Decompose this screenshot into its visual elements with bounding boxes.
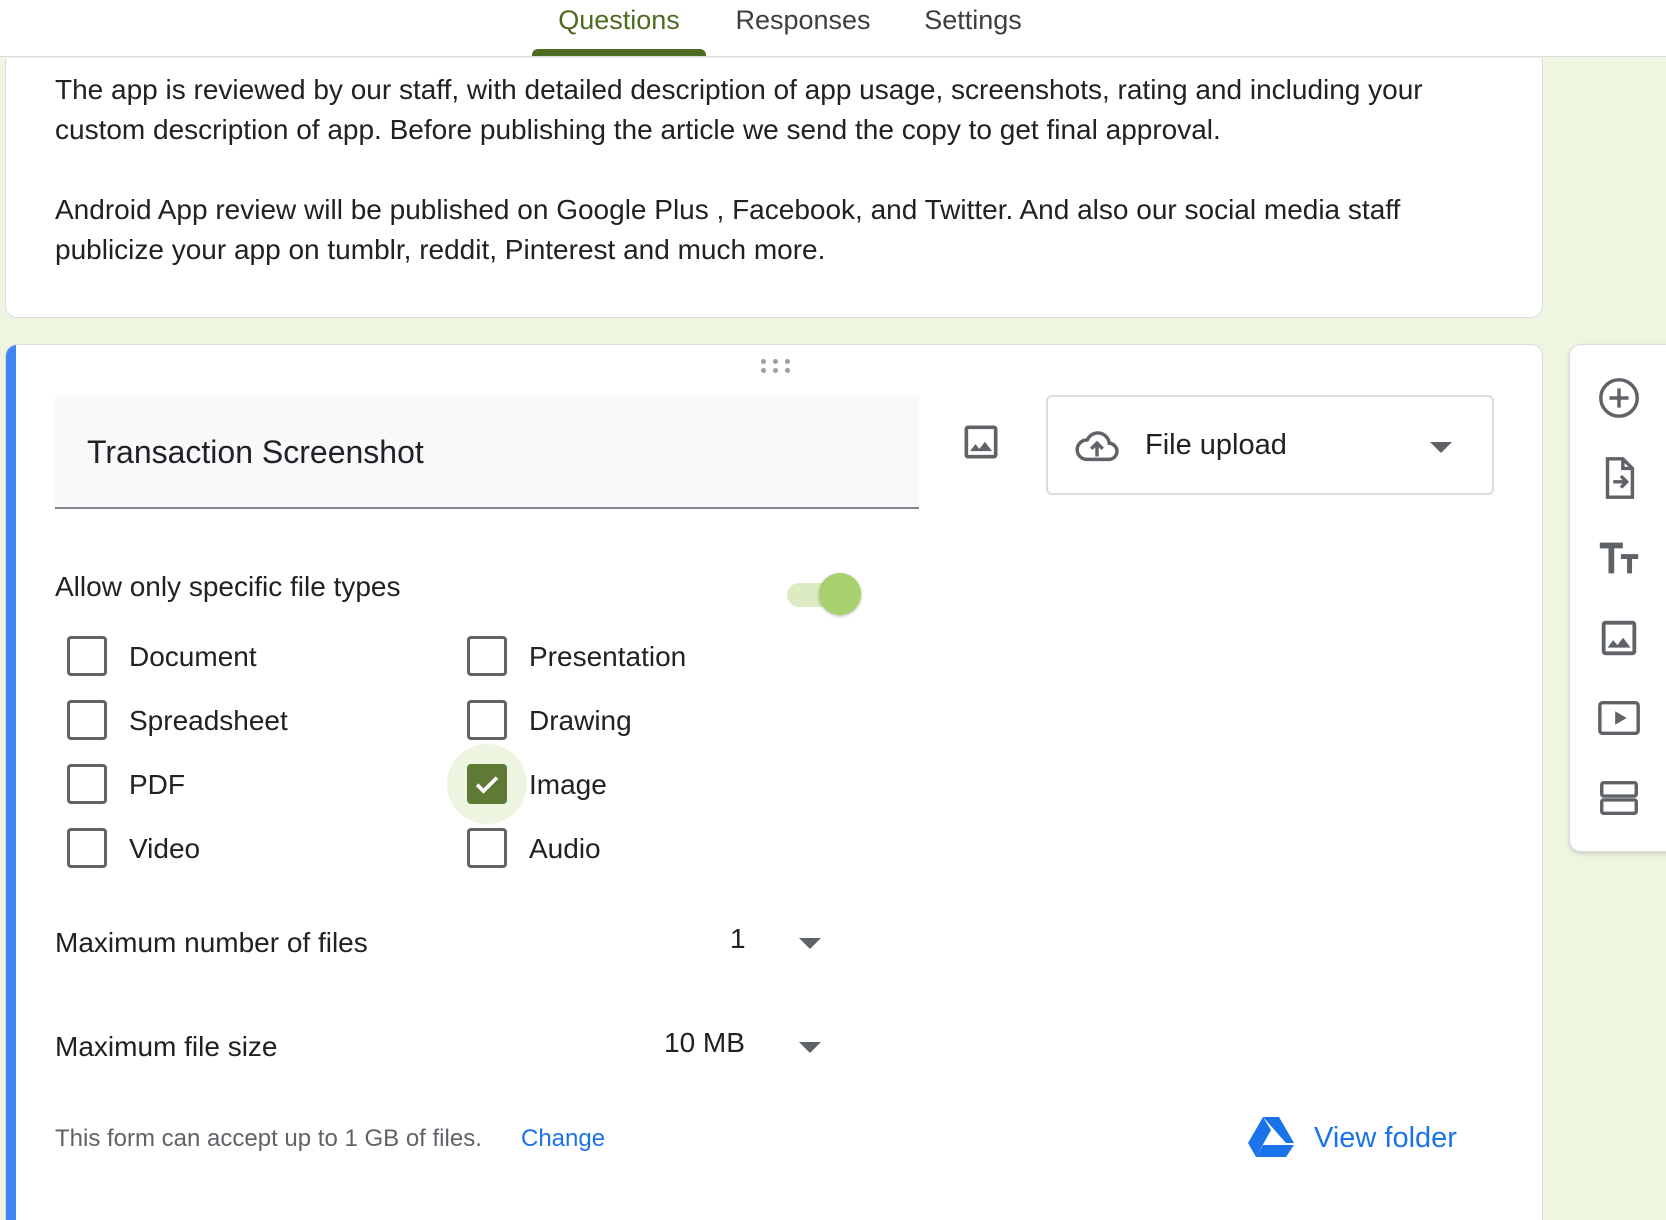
checkbox-label: Drawing	[529, 705, 632, 736]
checkbox-box	[467, 636, 507, 676]
checkbox-box	[67, 700, 107, 740]
change-limit-link[interactable]: Change	[521, 1125, 605, 1153]
max-files-dropdown[interactable]: 1	[706, 919, 836, 969]
active-tab-indicator	[532, 49, 706, 56]
checkbox-label: Audio	[529, 833, 601, 864]
question-type-label: File upload	[1145, 429, 1287, 461]
checkbox-box	[467, 700, 507, 740]
question-type-dropdown[interactable]: File upload	[1046, 395, 1494, 495]
add-section-icon[interactable]	[1596, 775, 1642, 821]
max-files-value: 1	[730, 923, 746, 954]
add-image-icon[interactable]	[1596, 615, 1642, 661]
question-title-input[interactable]: Transaction Screenshot	[55, 395, 919, 509]
cloud-upload-icon	[1074, 425, 1120, 470]
max-size-label: Maximum file size	[55, 1031, 278, 1062]
checkbox-box	[67, 636, 107, 676]
drive-icon	[1248, 1117, 1294, 1157]
checkbox-label: Image	[529, 769, 607, 800]
question-card[interactable]: Transaction Screenshot File upload Allow…	[5, 344, 1543, 1220]
checkbox-label: Spreadsheet	[129, 705, 288, 736]
tab-settings[interactable]: Settings	[906, 0, 1040, 57]
import-questions-icon[interactable]	[1596, 455, 1642, 501]
checkbox-label: Document	[129, 641, 257, 672]
chevron-down-icon	[799, 937, 821, 955]
description-paragraph: The app is reviewed by our staff, with d…	[55, 74, 1423, 145]
check-icon	[475, 776, 499, 794]
top-tab-bar: Questions Responses Settings	[0, 0, 1666, 57]
tab-responses[interactable]: Responses	[720, 0, 886, 57]
add-question-icon[interactable]	[1596, 375, 1642, 421]
add-video-icon[interactable]	[1596, 695, 1642, 741]
checkbox-box	[67, 828, 107, 868]
active-card-indicator	[6, 345, 16, 1220]
add-title-icon[interactable]	[1596, 535, 1642, 581]
checkbox-label: Presentation	[529, 641, 687, 672]
checkbox-box-checked	[467, 764, 507, 804]
add-image-icon[interactable]	[959, 420, 1003, 464]
view-folder-label: View folder	[1314, 1122, 1457, 1154]
checkbox-box	[67, 764, 107, 804]
form-description-card: The app is reviewed by our staff, with d…	[5, 58, 1543, 318]
chevron-down-icon	[1430, 441, 1452, 459]
checkbox-label: Video	[129, 833, 201, 864]
chevron-down-icon	[799, 1041, 821, 1059]
description-paragraph: Android App review will be published on …	[55, 194, 1401, 265]
max-files-label: Maximum number of files	[55, 927, 368, 958]
allow-file-types-toggle[interactable]	[783, 571, 863, 615]
allow-file-types-label: Allow only specific file types	[55, 571, 401, 602]
max-size-dropdown[interactable]: 10 MB	[656, 1023, 836, 1073]
upload-limit-note: This form can accept up to 1 GB of files…	[55, 1125, 482, 1152]
toggle-thumb	[819, 573, 861, 615]
floating-toolbar	[1569, 344, 1666, 852]
drag-handle-icon[interactable]	[761, 359, 801, 373]
max-size-value: 10 MB	[664, 1027, 745, 1058]
form-description: The app is reviewed by our staff, with d…	[55, 70, 1495, 270]
checkbox-box	[467, 828, 507, 868]
checkbox-label: PDF	[129, 769, 185, 800]
